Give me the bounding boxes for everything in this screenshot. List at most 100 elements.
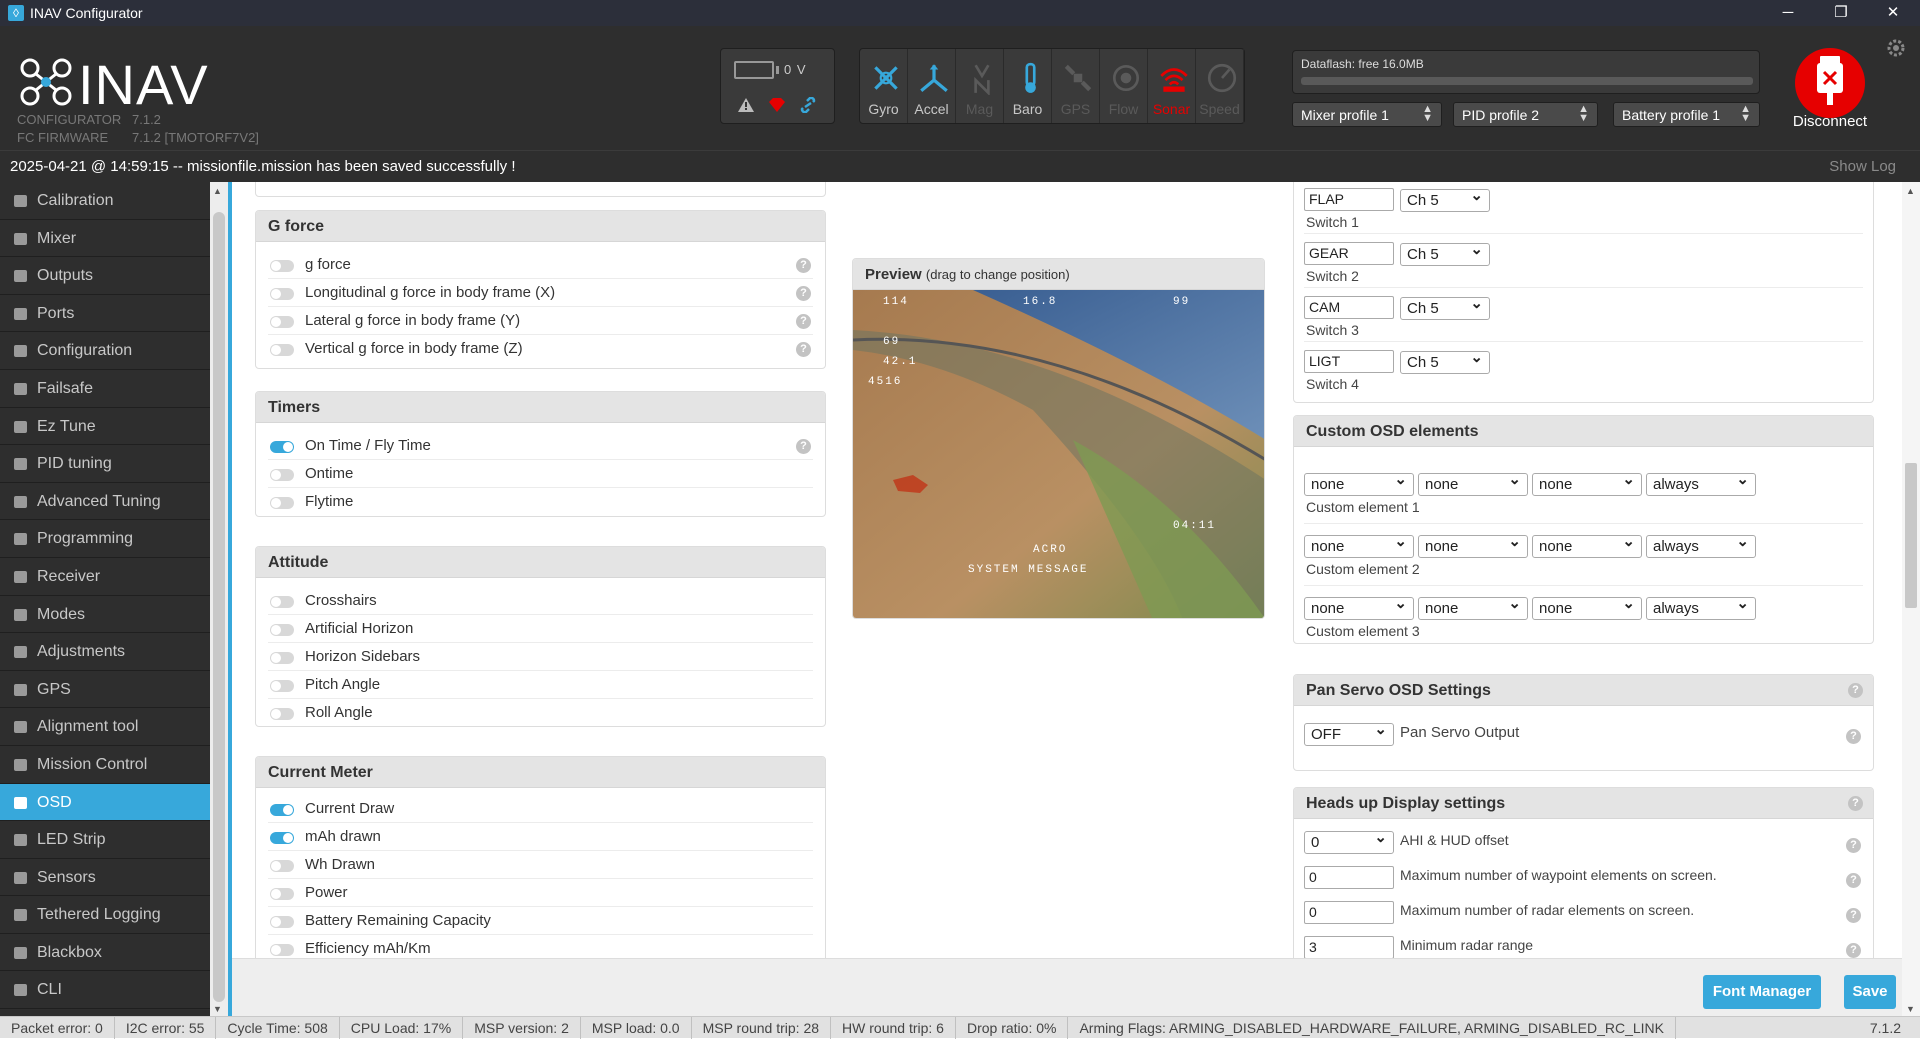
toggle-switch[interactable] <box>270 860 294 872</box>
show-log-link[interactable]: Show Log <box>1829 158 1896 175</box>
scroll-down-arrow-icon[interactable]: ▼ <box>213 1004 222 1014</box>
font-manager-button[interactable]: Font Manager <box>1703 975 1821 1009</box>
help-icon[interactable]: ? <box>1848 796 1863 811</box>
scroll-up-arrow-icon[interactable]: ▲ <box>213 186 222 196</box>
toggle-switch[interactable] <box>270 832 294 844</box>
sidebar-item-calibration[interactable]: Calibration <box>0 182 210 220</box>
custom-element-select[interactable]: none <box>1418 470 1528 496</box>
sidebar-item-blackbox[interactable]: Blackbox <box>0 934 210 972</box>
switch-label: Switch 1 <box>1306 214 1359 230</box>
help-icon[interactable]: ? <box>1846 873 1861 888</box>
pid-profile-select[interactable]: PID profile 2 ▲ ▼ <box>1453 102 1598 127</box>
osd-item-row: Artificial Horizon <box>268 615 813 643</box>
custom-element-select[interactable]: none <box>1532 594 1642 620</box>
sidebar-item-ports[interactable]: Ports <box>0 295 210 333</box>
help-icon[interactable]: ? <box>1846 943 1861 958</box>
content-scroll-thumb[interactable] <box>1905 463 1917 608</box>
help-icon[interactable]: ? <box>1848 683 1863 698</box>
toggle-switch[interactable] <box>270 916 294 928</box>
custom-element-select[interactable]: always <box>1646 594 1756 620</box>
nav-icon <box>14 570 27 583</box>
panel-title: Attitude <box>256 547 825 578</box>
sidebar-item-failsafe[interactable]: Failsafe <box>0 370 210 408</box>
scroll-down-arrow-icon[interactable]: ▼ <box>1906 1004 1915 1014</box>
save-button[interactable]: Save <box>1844 975 1896 1009</box>
sidebar-item-pid-tuning[interactable]: PID tuning <box>0 445 210 483</box>
toggle-switch[interactable] <box>270 316 294 328</box>
help-icon[interactable]: ? <box>1846 729 1861 744</box>
switch-channel-select[interactable]: Ch 5 <box>1400 186 1490 212</box>
help-icon[interactable]: ? <box>796 286 811 301</box>
mixer-profile-select[interactable]: Mixer profile 1 ▲ ▼ <box>1292 102 1442 127</box>
sidebar-item-tethered-logging[interactable]: Tethered Logging <box>0 896 210 934</box>
switch-channel-select[interactable]: Ch 5 <box>1400 348 1490 374</box>
sidebar-item-gps[interactable]: GPS <box>0 671 210 709</box>
sidebar-item-programming[interactable]: Programming <box>0 520 210 558</box>
toggle-switch[interactable] <box>270 288 294 300</box>
sidebar-item-mixer[interactable]: Mixer <box>0 220 210 258</box>
custom-element-select[interactable]: none <box>1532 470 1642 496</box>
sidebar-scroll-thumb[interactable] <box>213 212 225 1002</box>
toggle-switch[interactable] <box>270 944 294 956</box>
hud-setting-field[interactable]: 0 <box>1304 828 1394 854</box>
hud-setting-field[interactable]: 0 <box>1304 901 1394 924</box>
toggle-switch[interactable] <box>270 596 294 608</box>
toggle-switch[interactable] <box>270 680 294 692</box>
toggle-switch[interactable] <box>270 497 294 509</box>
help-icon[interactable]: ? <box>796 439 811 454</box>
hud-setting-field[interactable]: 3 <box>1304 936 1394 958</box>
restore-button[interactable]: ❐ <box>1818 0 1864 26</box>
osd-preview-canvas[interactable]: 114 16.8 99 69 42.1 4516 04:11 ACRO SYST… <box>853 290 1265 619</box>
custom-element-select[interactable]: always <box>1646 532 1756 558</box>
sidebar-item-configuration[interactable]: Configuration <box>0 332 210 370</box>
switch-channel-select[interactable]: Ch 5 <box>1400 240 1490 266</box>
pan-servo-select[interactable]: OFF <box>1304 720 1394 746</box>
sidebar-item-osd[interactable]: OSD <box>0 783 210 822</box>
hud-setting-field[interactable]: 0 <box>1304 866 1394 889</box>
toggle-switch[interactable] <box>270 469 294 481</box>
custom-element-select[interactable]: none <box>1304 532 1414 558</box>
switch-name-input[interactable]: FLAP <box>1304 188 1394 211</box>
toggle-switch[interactable] <box>270 652 294 664</box>
toggle-switch[interactable] <box>270 441 294 453</box>
switch-name-input[interactable]: GEAR <box>1304 242 1394 265</box>
panel-above <box>255 182 826 197</box>
sidebar-item-sensors[interactable]: Sensors <box>0 859 210 897</box>
sidebar-item-cli[interactable]: CLI <box>0 971 210 1010</box>
help-icon[interactable]: ? <box>796 258 811 273</box>
sidebar-item-mission-control[interactable]: Mission Control <box>0 746 210 784</box>
custom-element-select[interactable]: none <box>1304 470 1414 496</box>
toggle-switch[interactable] <box>270 624 294 636</box>
minimize-button[interactable]: ─ <box>1765 0 1811 26</box>
battery-profile-select[interactable]: Battery profile 1 ▲ ▼ <box>1613 102 1760 127</box>
switch-channel-select[interactable]: Ch 5 <box>1400 294 1490 320</box>
sidebar-item-ez-tune[interactable]: Ez Tune <box>0 408 210 446</box>
switch-name-input[interactable]: LIGT <box>1304 350 1394 373</box>
toggle-switch[interactable] <box>270 708 294 720</box>
help-icon[interactable]: ? <box>796 342 811 357</box>
switch-name-input[interactable]: CAM <box>1304 296 1394 319</box>
sidebar-item-modes[interactable]: Modes <box>0 596 210 634</box>
sidebar-item-outputs[interactable]: Outputs <box>0 257 210 295</box>
toggle-switch[interactable] <box>270 804 294 816</box>
help-icon[interactable]: ? <box>1846 908 1861 923</box>
custom-element-select[interactable]: none <box>1532 532 1642 558</box>
custom-element-select[interactable]: none <box>1304 594 1414 620</box>
sidebar-item-advanced-tuning[interactable]: Advanced Tuning <box>0 483 210 521</box>
toggle-switch[interactable] <box>270 260 294 272</box>
sidebar-item-adjustments[interactable]: Adjustments <box>0 633 210 671</box>
toggle-switch[interactable] <box>270 344 294 356</box>
toggle-switch[interactable] <box>270 888 294 900</box>
custom-element-select[interactable]: always <box>1646 470 1756 496</box>
settings-gear-icon[interactable] <box>1886 38 1906 58</box>
help-icon[interactable]: ? <box>1846 838 1861 853</box>
sidebar-item-alignment-tool[interactable]: Alignment tool <box>0 708 210 746</box>
sidebar-item-receiver[interactable]: Receiver <box>0 558 210 596</box>
disconnect-button[interactable] <box>1795 48 1865 118</box>
help-icon[interactable]: ? <box>796 314 811 329</box>
sidebar-item-led-strip[interactable]: LED Strip <box>0 821 210 859</box>
scroll-up-arrow-icon[interactable]: ▲ <box>1906 186 1915 196</box>
custom-element-select[interactable]: none <box>1418 532 1528 558</box>
custom-element-select[interactable]: none <box>1418 594 1528 620</box>
close-button[interactable]: ✕ <box>1870 0 1916 26</box>
